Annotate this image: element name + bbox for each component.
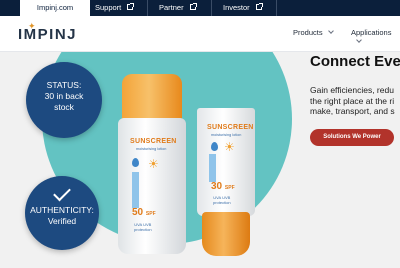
tab-partner[interactable]: Partner xyxy=(159,0,197,16)
authenticity-line: AUTHENTICITY: xyxy=(30,205,94,215)
hero-headline: Connect Eve xyxy=(310,53,400,70)
sunscreen-tube-image: SUNSCREEN moisturising lotion ☀ 30 SPF U… xyxy=(197,108,255,258)
external-link-icon xyxy=(127,3,135,10)
tab-partner-label: Partner xyxy=(159,3,184,12)
bottle-spf-unit: SPF xyxy=(145,211,156,217)
checkmark-icon xyxy=(53,183,71,202)
tube-spf-value: 30 xyxy=(211,181,223,192)
divider xyxy=(147,0,148,16)
tab-support-label: Support xyxy=(95,3,122,12)
tab-impinj-com[interactable]: Impinj.com xyxy=(20,0,90,16)
authenticity-line: Verified xyxy=(47,216,77,226)
external-link-icon xyxy=(189,3,197,10)
tube-spf: 30 SPF xyxy=(211,181,235,192)
label-stripe xyxy=(132,172,139,208)
status-line: STATUS: xyxy=(46,80,82,90)
tube-spf-unit: SPF xyxy=(224,185,235,191)
status-line: stock xyxy=(54,102,74,112)
nav-applications[interactable]: Applications xyxy=(351,28,400,46)
utility-bar: Impinj.com Support Partner Investor xyxy=(0,0,400,16)
label-stripe xyxy=(209,154,216,182)
nav-products[interactable]: Products xyxy=(293,28,334,37)
hero-body-line: make, transport, and s xyxy=(310,106,395,116)
water-drop-icon xyxy=(211,142,218,151)
chevron-down-icon xyxy=(327,28,334,34)
bottle-uv-line: protection xyxy=(134,227,152,232)
bottle-label-title: SUNSCREEN xyxy=(130,138,177,145)
external-link-icon xyxy=(255,3,263,10)
tab-impinj-com-label: Impinj.com xyxy=(36,3,74,12)
sunscreen-bottle-image: SUNSCREEN moisturising lotion ☀ 50 SPF U… xyxy=(118,74,186,254)
nav-products-label: Products xyxy=(293,28,323,37)
impinj-logo[interactable]: IMPINJ xyxy=(18,26,77,43)
bottle-cap xyxy=(122,74,182,122)
tab-support[interactable]: Support xyxy=(95,0,135,16)
bottle-spf-value: 50 xyxy=(132,207,144,218)
tube-uv-line: protection xyxy=(213,200,231,205)
status-line: 30 in back xyxy=(44,91,84,101)
hero-body-line: the right place at the ri xyxy=(310,95,395,106)
bottle-spf: 50 SPF xyxy=(132,207,156,218)
bottle-label-subtitle: moisturising lotion xyxy=(136,147,167,151)
main-nav: ✦ IMPINJ Products Applications xyxy=(0,16,400,52)
tube-uv-label: UVA UVB protection xyxy=(213,195,231,205)
hero-body-line: Gain efficiencies, redu xyxy=(310,85,394,95)
status-badge: STATUS: 30 in back stock xyxy=(26,62,102,138)
sun-icon: ☀ xyxy=(224,140,235,154)
water-drop-icon xyxy=(132,158,139,167)
solutions-we-power-button[interactable]: Solutions We Power xyxy=(310,129,394,146)
tab-investor[interactable]: Investor xyxy=(223,0,263,16)
sun-icon: ☀ xyxy=(148,157,159,171)
tab-investor-label: Investor xyxy=(223,3,250,12)
divider xyxy=(276,0,277,16)
nav-applications-label: Applications xyxy=(351,28,392,37)
hero-body-text: Gain efficiencies, redu the right place … xyxy=(310,85,395,117)
divider xyxy=(211,0,212,16)
tube-label-subtitle: moisturising lotion xyxy=(211,133,242,137)
tube-cap xyxy=(202,212,250,256)
bottle-uv-label: UVA UVB protection xyxy=(134,222,152,232)
tube-label-title: SUNSCREEN xyxy=(207,124,254,131)
chevron-down-icon xyxy=(356,37,362,43)
authenticity-badge: AUTHENTICITY: Verified xyxy=(25,176,99,250)
